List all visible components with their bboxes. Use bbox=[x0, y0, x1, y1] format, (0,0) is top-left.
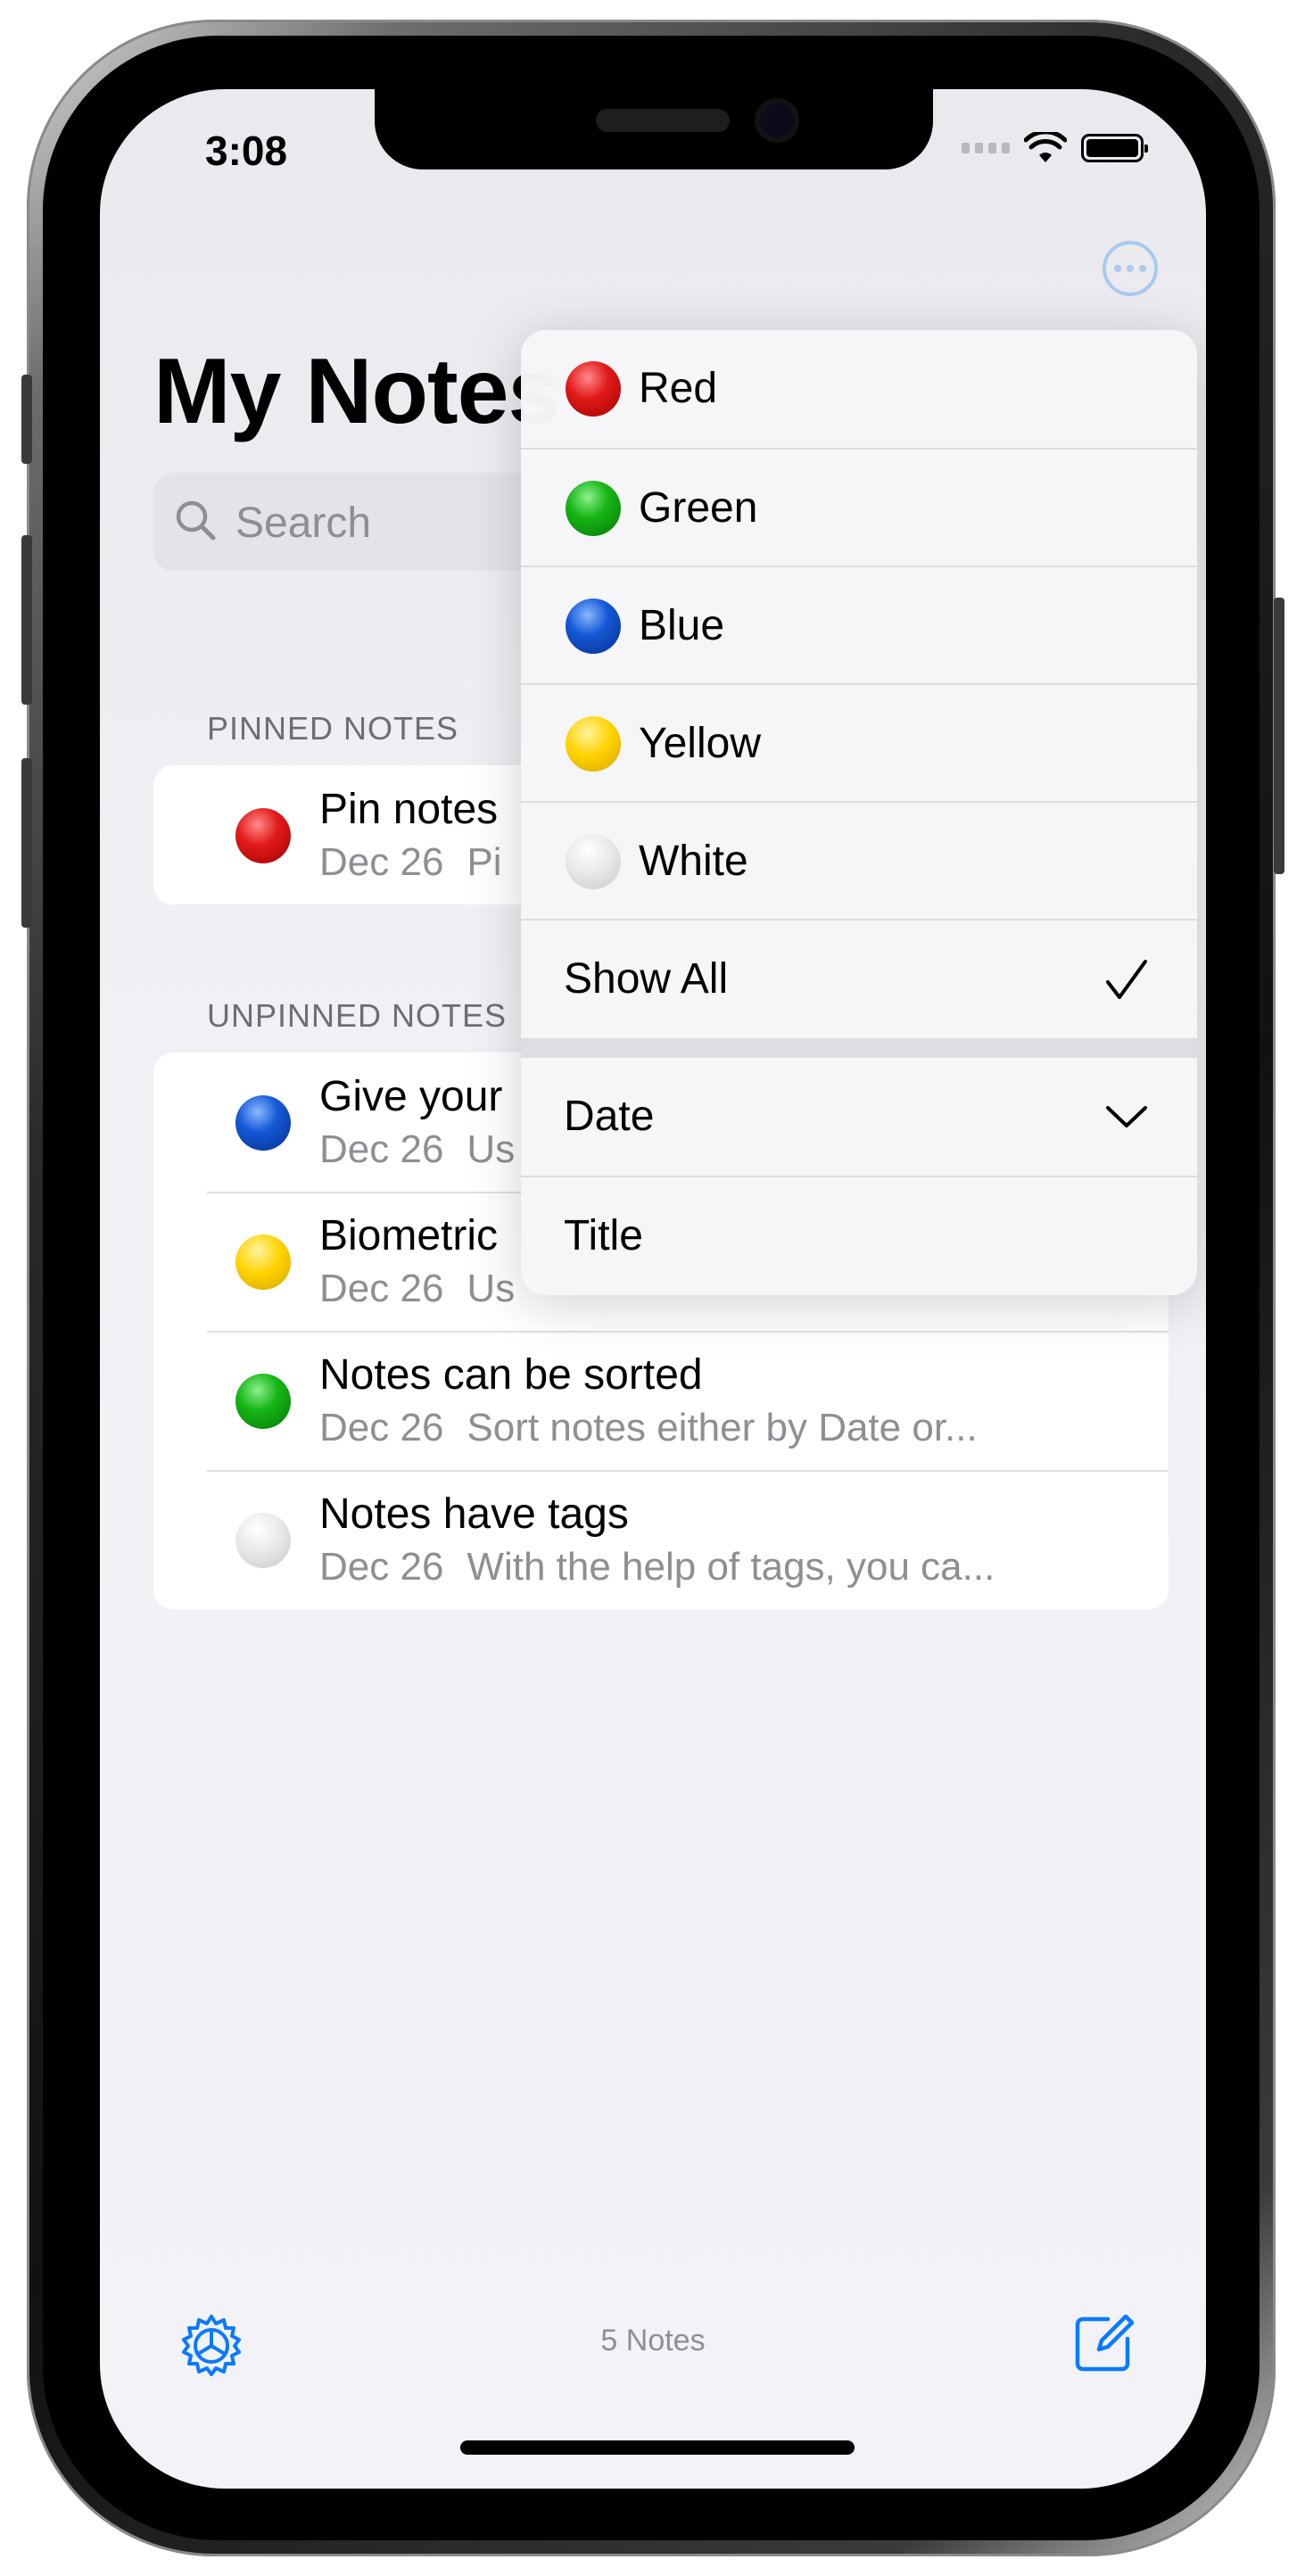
menu-item-yellow[interactable]: Yellow bbox=[521, 685, 1197, 803]
green-dot-icon bbox=[566, 481, 621, 536]
note-row[interactable]: Notes can be sorted Dec 26 Sort notes eit… bbox=[153, 1331, 1169, 1470]
speaker bbox=[596, 109, 730, 132]
note-date: Dec 26 bbox=[319, 840, 444, 884]
red-tag-icon bbox=[235, 808, 291, 863]
checkmark-icon bbox=[1106, 960, 1147, 999]
notes-count: 5 Notes bbox=[600, 2324, 706, 2357]
page-title: My Notes bbox=[153, 340, 559, 443]
note-preview: Us bbox=[467, 1267, 516, 1310]
red-dot-icon bbox=[566, 361, 621, 417]
note-preview: Pi bbox=[467, 840, 502, 884]
note-row[interactable]: Notes have tags Dec 26 With the help of t… bbox=[153, 1470, 1169, 1609]
menu-item-red[interactable]: Red bbox=[521, 330, 1197, 448]
note-title: Biometric bbox=[319, 1212, 499, 1259]
menu-item-show-all[interactable]: Show All bbox=[521, 921, 1197, 1038]
cellular-signal-icon bbox=[962, 143, 1010, 153]
note-date: Dec 26 bbox=[319, 1545, 444, 1589]
menu-item-label: Show All bbox=[564, 955, 729, 1003]
menu-item-label: Green bbox=[639, 484, 758, 532]
note-subtitle: Dec 26 Us bbox=[319, 1267, 515, 1311]
white-dot-icon bbox=[566, 834, 621, 889]
status-time: 3:08 bbox=[205, 128, 288, 174]
menu-item-green[interactable]: Green bbox=[521, 450, 1197, 567]
chevron-down-icon bbox=[1106, 1106, 1147, 1127]
note-preview: Sort notes either by Date or... bbox=[467, 1406, 978, 1449]
yellow-dot-icon bbox=[566, 716, 621, 772]
note-subtitle: Dec 26 With the help of tags, you ca... bbox=[319, 1545, 995, 1589]
battery-icon bbox=[1081, 134, 1148, 162]
yellow-tag-icon bbox=[235, 1234, 291, 1290]
menu-item-label: Red bbox=[639, 365, 718, 412]
status-indicators bbox=[962, 132, 1148, 164]
menu-item-label: White bbox=[639, 838, 748, 885]
menu-item-label: Yellow bbox=[639, 720, 761, 767]
note-subtitle: Dec 26 Us bbox=[319, 1127, 515, 1172]
note-subtitle: Dec 26 Sort notes either by Date or... bbox=[319, 1406, 978, 1450]
menu-section-gap bbox=[521, 1038, 1197, 1058]
white-tag-icon bbox=[235, 1513, 291, 1568]
more-options-button[interactable] bbox=[1103, 241, 1158, 296]
more-dot bbox=[1139, 265, 1146, 272]
menu-item-sort-title[interactable]: Title bbox=[521, 1177, 1197, 1295]
note-preview: Us bbox=[467, 1127, 516, 1171]
menu-item-label: Date bbox=[564, 1093, 655, 1140]
note-title: Notes have tags bbox=[319, 1490, 629, 1538]
home-indicator[interactable] bbox=[460, 2440, 855, 2455]
more-dot bbox=[1114, 265, 1121, 272]
screen: 3:08 My Notes PINNED NOTES Pin notes Dec… bbox=[100, 89, 1206, 2489]
menu-item-blue[interactable]: Blue bbox=[521, 567, 1197, 685]
note-date: Dec 26 bbox=[319, 1267, 444, 1310]
silent-switch bbox=[21, 375, 32, 464]
filter-sort-menu: Red Green Blue Yellow White Show All Dat… bbox=[521, 330, 1197, 1295]
menu-item-sort-date[interactable]: Date bbox=[521, 1058, 1197, 1176]
compose-icon[interactable] bbox=[1072, 2310, 1136, 2374]
blue-tag-icon bbox=[235, 1095, 291, 1151]
note-subtitle: Dec 26 Pi bbox=[319, 840, 502, 885]
pinned-notes-header: PINNED NOTES bbox=[207, 710, 459, 747]
camera bbox=[760, 103, 794, 137]
note-title: Pin notes bbox=[319, 786, 499, 833]
menu-item-white[interactable]: White bbox=[521, 803, 1197, 921]
note-preview: With the help of tags, you ca... bbox=[467, 1545, 995, 1589]
blue-dot-icon bbox=[566, 599, 621, 654]
notch bbox=[375, 89, 933, 169]
volume-up-button bbox=[21, 535, 32, 705]
note-title: Give your bbox=[319, 1073, 503, 1120]
volume-down-button bbox=[21, 758, 32, 928]
green-tag-icon bbox=[235, 1374, 291, 1429]
note-title: Notes can be sorted bbox=[319, 1351, 703, 1399]
unpinned-notes-header: UNPINNED NOTES bbox=[207, 997, 508, 1034]
menu-item-label: Blue bbox=[639, 602, 725, 649]
power-button bbox=[1274, 598, 1284, 874]
search-icon bbox=[176, 500, 216, 541]
note-date: Dec 26 bbox=[319, 1127, 444, 1171]
more-dot bbox=[1127, 265, 1134, 272]
menu-item-label: Title bbox=[564, 1212, 643, 1259]
note-date: Dec 26 bbox=[319, 1406, 444, 1449]
wifi-icon bbox=[1024, 132, 1067, 162]
